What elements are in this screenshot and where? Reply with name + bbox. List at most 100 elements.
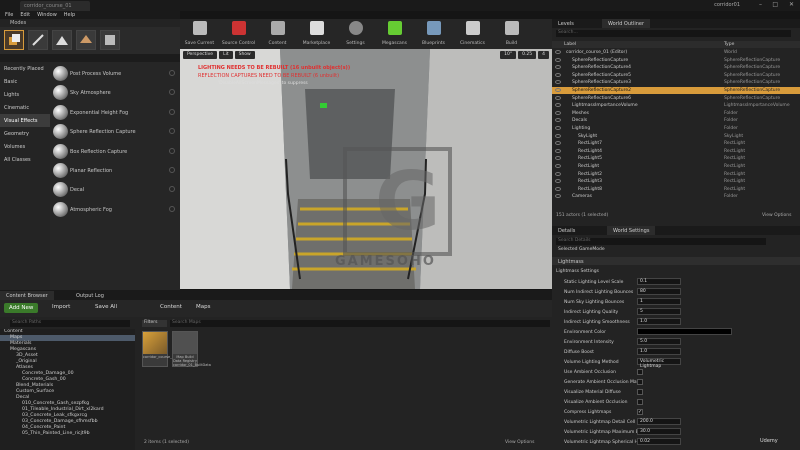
outliner-row[interactable]: RectLight8 RectLight <box>552 186 800 193</box>
outliner-row[interactable]: RectLight3 RectLight <box>552 178 800 185</box>
tab-world-settings[interactable]: World Settings <box>607 226 656 235</box>
outliner-row[interactable]: corridor_course_01 (Editor) World <box>552 49 800 56</box>
level-viewport[interactable]: G Perspective Lit Show 10° 0.25 4 LIGHTI… <box>180 49 552 289</box>
outliner-row[interactable]: SphereReflectionCapture4 SphereReflection… <box>552 64 800 71</box>
source-control-button[interactable]: Source Control <box>219 19 258 49</box>
content-button[interactable]: Content <box>258 19 297 49</box>
property-value-input[interactable]: 1.0 <box>637 348 681 355</box>
tab-world-outliner[interactable]: World Outliner <box>602 19 651 28</box>
search-paths-input[interactable]: Search Paths <box>10 320 130 327</box>
lightmass-settings-header[interactable]: Lightmass Settings <box>556 269 599 274</box>
modes-search[interactable] <box>0 54 180 62</box>
settings-button[interactable]: Settings <box>336 19 375 49</box>
visibility-icon[interactable] <box>555 148 561 153</box>
visibility-icon[interactable] <box>555 80 561 85</box>
color-swatch[interactable] <box>637 328 732 335</box>
geometry-mode-icon[interactable] <box>100 30 120 50</box>
category-basic[interactable]: Basic <box>0 75 50 88</box>
category-visual-effects[interactable]: Visual Effects <box>0 114 50 127</box>
foliage-mode-icon[interactable] <box>76 30 96 50</box>
visibility-icon[interactable] <box>555 57 561 62</box>
placeable-item[interactable]: Post Process Volume <box>50 64 180 84</box>
property-checkbox[interactable]: ✓ <box>637 409 643 415</box>
outliner-row[interactable]: RectLight4 RectLight <box>552 148 800 155</box>
visibility-icon[interactable] <box>555 88 561 92</box>
add-new-button[interactable]: Add New <box>4 303 39 313</box>
visibility-icon[interactable] <box>555 126 561 130</box>
outliner-row[interactable]: RectLight5 RectLight <box>552 155 800 162</box>
category-lights[interactable]: Lights <box>0 88 50 101</box>
outliner-row[interactable]: RectLight RectLight <box>552 163 800 170</box>
tab-content-browser[interactable]: Content Browser <box>0 291 54 300</box>
visibility-icon[interactable] <box>555 194 561 199</box>
breadcrumb-maps[interactable]: Maps <box>196 304 210 310</box>
filters-button[interactable]: Filters <box>142 320 167 327</box>
category-all-classes[interactable]: All Classes <box>0 153 50 166</box>
cinematics-button[interactable]: Cinematics <box>453 19 492 49</box>
property-value-input[interactable]: 0.1 <box>637 278 681 285</box>
place-mode-icon[interactable] <box>4 30 24 50</box>
asset-tile-map[interactable]: corridor_course_01 <box>142 331 176 367</box>
save-current-button[interactable]: Save Current <box>180 19 219 49</box>
property-value-input[interactable]: 80 <box>637 288 681 295</box>
level-tab[interactable]: corridor_course_01 <box>20 1 90 11</box>
outliner-row[interactable]: SkyLight SkyLight <box>552 133 800 140</box>
details-search[interactable]: Search Details <box>556 238 766 245</box>
build-button[interactable]: Build <box>492 19 531 49</box>
outliner-row[interactable]: SphereReflectionCapture5 SphereReflection… <box>552 72 800 79</box>
property-checkbox[interactable] <box>637 399 643 405</box>
lightmass-section[interactable]: Lightmass <box>552 257 800 265</box>
tab-output-log[interactable]: Output Log <box>70 291 110 300</box>
property-checkbox[interactable] <box>637 389 643 395</box>
outliner-view-options[interactable]: View Options <box>762 213 791 218</box>
view-options-button[interactable]: View Options <box>505 440 534 445</box>
outliner-row[interactable]: RectLight2 RectLight <box>552 171 800 178</box>
visibility-icon[interactable] <box>555 133 561 138</box>
outliner-row[interactable]: RectLight7 RectLight <box>552 140 800 147</box>
placeable-item[interactable]: Exponential Height Fog <box>50 103 180 123</box>
outliner-row[interactable]: Meshes Folder <box>552 110 800 117</box>
blueprints-button[interactable]: Blueprints <box>414 19 453 49</box>
outliner-row[interactable]: Lighting Folder <box>552 125 800 132</box>
visibility-icon[interactable] <box>555 118 561 123</box>
property-value-input[interactable]: 1.0 <box>637 318 681 325</box>
property-value-input[interactable]: 0.02 <box>637 438 681 445</box>
tab-levels[interactable]: Levels <box>552 19 580 28</box>
property-value-input[interactable]: 200.0 <box>637 418 681 425</box>
save-all-button[interactable]: Save All <box>95 304 117 310</box>
visibility-icon[interactable] <box>555 65 561 70</box>
outliner-row[interactable]: SphereReflectionCapture2 SphereReflection… <box>552 87 800 94</box>
tree-folder[interactable]: 05_Thin_Painted_Line_ricjt9b <box>0 431 135 437</box>
visibility-icon[interactable] <box>555 179 561 184</box>
menu-edit[interactable]: Edit <box>20 12 30 18</box>
visibility-icon[interactable] <box>555 141 561 146</box>
minimize-icon[interactable]: – <box>759 1 762 8</box>
outliner-row[interactable]: Cameras Folder <box>552 193 800 200</box>
outliner-row[interactable]: Decals Folder <box>552 117 800 124</box>
rotation-snap[interactable]: 10° <box>500 51 517 59</box>
import-button[interactable]: Import <box>52 304 70 310</box>
property-value-input[interactable]: 5 <box>637 308 681 315</box>
landscape-mode-icon[interactable] <box>52 30 72 50</box>
visibility-icon[interactable] <box>555 95 561 100</box>
menu-window[interactable]: Window <box>37 12 57 18</box>
category-volumes[interactable]: Volumes <box>0 140 50 153</box>
maximize-icon[interactable]: □ <box>772 1 778 8</box>
marketplace-button[interactable]: Marketplace <box>297 19 336 49</box>
property-value-input[interactable]: 30.0 <box>637 428 681 435</box>
category-recently-placed[interactable]: Recently Placed <box>0 62 50 75</box>
visibility-icon[interactable] <box>555 171 561 176</box>
menu-help[interactable]: Help <box>64 12 75 18</box>
category-geometry[interactable]: Geometry <box>0 127 50 140</box>
placeable-item[interactable]: Atmospheric Fog <box>50 200 180 220</box>
breadcrumb-content[interactable]: Content <box>160 304 182 310</box>
property-value-input[interactable]: 1 <box>637 298 681 305</box>
show-button[interactable]: Show <box>234 51 255 59</box>
tab-details[interactable]: Details <box>552 226 581 235</box>
perspective-button[interactable]: Perspective <box>183 51 218 59</box>
scale-snap[interactable]: 0.25 <box>518 51 537 59</box>
property-dropdown[interactable]: Volumetric Lightmap <box>637 358 681 369</box>
paint-mode-icon[interactable] <box>28 30 48 50</box>
outliner-row[interactable]: LightmassImportanceVolume LightmassImport… <box>552 102 800 109</box>
outliner-row[interactable]: SphereReflectionCapture6 SphereReflection… <box>552 95 800 102</box>
